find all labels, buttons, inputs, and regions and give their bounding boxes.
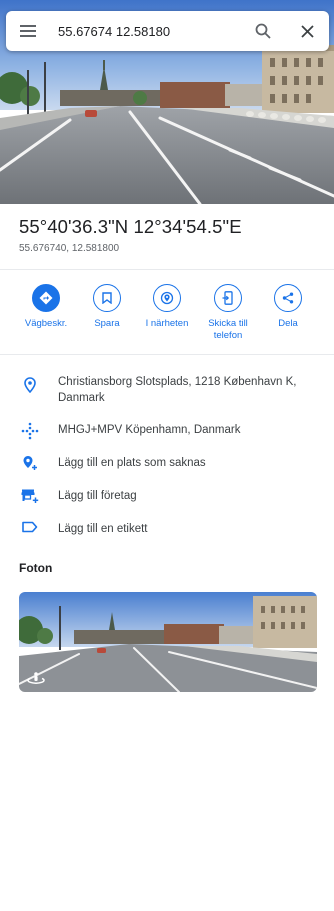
place-decimal-coordinates: 55.676740, 12.581800 xyxy=(19,243,120,254)
directions-label: Vägbeskr. xyxy=(24,318,68,329)
nearby-button[interactable]: I närheten xyxy=(135,284,199,330)
address-text: Christiansborg Slotsplads, 1218 Københav… xyxy=(58,374,314,406)
place-title: 55°40'36.3"N 12°34'54.5"E xyxy=(19,216,242,237)
save-button[interactable]: Spara xyxy=(75,284,139,330)
menu-icon[interactable] xyxy=(6,11,50,51)
search-icon[interactable] xyxy=(241,11,285,51)
address-row[interactable]: Christiansborg Slotsplads, 1218 Københav… xyxy=(0,374,334,406)
share-label: Dela xyxy=(278,318,298,329)
plus-code-row[interactable]: MHGJ+MPV Köpenhamn, Danmark xyxy=(0,422,334,440)
send-to-phone-label-line2: telefon xyxy=(213,330,243,341)
bookmark-icon xyxy=(93,284,121,312)
close-icon[interactable] xyxy=(285,11,329,51)
add-label-row[interactable]: Lägg till en etikett xyxy=(0,521,334,537)
street-view-icon xyxy=(27,671,45,685)
add-label-text: Lägg till en etikett xyxy=(58,523,148,535)
search-input[interactable]: 55.67674 12.58180 xyxy=(50,24,241,39)
add-business-icon xyxy=(0,488,58,504)
nearby-label: I närheten xyxy=(145,318,189,329)
search-bar[interactable]: 55.67674 12.58180 xyxy=(6,11,329,51)
address-line1: Christiansborg Slotsplads, 1218 Københav… xyxy=(58,376,297,388)
photos-section-title: Foton xyxy=(19,561,53,575)
divider xyxy=(0,354,334,355)
address-line2: Danmark xyxy=(58,392,105,404)
share-icon xyxy=(274,284,302,312)
add-business-row[interactable]: Lägg till företag xyxy=(0,488,334,504)
add-missing-place-text: Lägg till en plats som saknas xyxy=(58,457,206,469)
plus-code-text: MHGJ+MPV Köpenhamn, Danmark xyxy=(58,424,241,436)
photo-thumbnail[interactable] xyxy=(19,592,317,692)
add-business-text: Lägg till företag xyxy=(58,490,137,502)
send-to-phone-icon xyxy=(214,284,242,312)
divider xyxy=(0,269,334,270)
add-missing-place-row[interactable]: Lägg till en plats som saknas xyxy=(0,455,334,471)
label-icon xyxy=(0,521,58,533)
add-place-icon xyxy=(0,455,58,471)
nearby-icon xyxy=(153,284,181,312)
location-pin-icon xyxy=(0,374,58,393)
directions-icon xyxy=(32,284,60,312)
directions-button[interactable]: Vägbeskr. xyxy=(14,284,78,330)
plus-code-icon xyxy=(0,422,58,440)
share-button[interactable]: Dela xyxy=(256,284,320,330)
send-to-phone-label: Skicka till telefon xyxy=(208,318,248,342)
action-bar: Vägbeskr. Spara I närheten Skicka till t… xyxy=(0,284,334,346)
save-label: Spara xyxy=(94,318,120,329)
send-to-phone-label-line1: Skicka till xyxy=(208,318,248,329)
send-to-phone-button[interactable]: Skicka till telefon xyxy=(196,284,260,342)
